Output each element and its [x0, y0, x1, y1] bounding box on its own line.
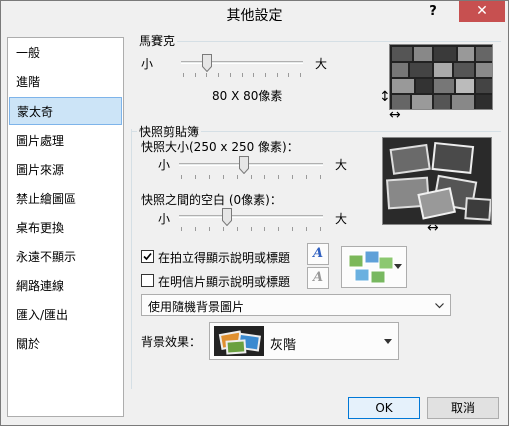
sidebar-item-general[interactable]: 一般: [8, 39, 123, 67]
mosaic-slider-ticks: [183, 73, 301, 77]
slider-tick: [265, 73, 266, 77]
mosaic-size-value: 80 X 80像素: [212, 89, 283, 103]
sidebar-nav: 一般 進階 蒙太奇 圖片處理 圖片來源 禁止繪圖區 桌布更換 永遠不顯示 網路連…: [7, 37, 124, 417]
slider-tick: [278, 175, 279, 179]
snapshot-gap-slider-thumb[interactable]: [222, 208, 232, 226]
snapshot-size-slider-thumb[interactable]: [239, 156, 249, 174]
check-postcard-caption[interactable]: [141, 274, 154, 287]
postcard-font-button[interactable]: A: [307, 267, 329, 289]
slider-tick: [264, 227, 265, 231]
slider-tick: [218, 73, 219, 77]
slider-tick: [237, 175, 238, 179]
slider-tick: [292, 227, 293, 231]
slider-tick: [320, 175, 321, 179]
snapshot-gap-large-label: 大: [335, 212, 348, 226]
mosaic-slider-thumb[interactable]: [202, 54, 212, 72]
slider-tick: [251, 227, 252, 231]
slider-tick: [181, 227, 182, 231]
slider-tick: [278, 227, 279, 231]
sidebar-item-image-processing[interactable]: 圖片處理: [8, 127, 123, 155]
snapshot-left-border: [131, 129, 132, 389]
ok-button[interactable]: OK: [348, 397, 420, 419]
layout-style-dropdown[interactable]: [341, 246, 407, 288]
slider-tick: [292, 175, 293, 179]
check-polaroid-caption-label[interactable]: 在拍立得顯示說明或標題: [158, 249, 290, 266]
slider-tick: [209, 227, 210, 231]
slider-tick: [300, 73, 301, 77]
mosaic-small-label: 小: [141, 57, 154, 71]
polaroid-font-button[interactable]: A: [307, 243, 329, 265]
vertical-size-arrow-icon: ↕: [379, 89, 391, 105]
title-bar: 其他設定 ? ✕: [1, 1, 508, 27]
mosaic-large-label: 大: [315, 57, 328, 71]
snapshot-gap-label: 快照之間的空白 (0像素)：: [141, 193, 282, 207]
sidebar-item-image-source[interactable]: 圖片來源: [8, 156, 123, 184]
background-effect-value: 灰階: [270, 338, 297, 353]
mosaic-group-label: 馬賽克: [137, 32, 178, 49]
cancel-button[interactable]: 取消: [427, 397, 499, 419]
slider-tick: [206, 73, 207, 77]
slider-tick: [183, 73, 184, 77]
slider-tick: [195, 73, 196, 77]
sidebar-item-network[interactable]: 網路連線: [8, 272, 123, 300]
snapshot-size-slider-ticks: [181, 175, 321, 179]
sidebar-item-wallpaper-change[interactable]: 桌布更換: [8, 214, 123, 242]
layout-dropdown-arrow-icon: [394, 264, 402, 269]
slider-tick: [242, 73, 243, 77]
snapshot-size-small-label: 小: [158, 158, 171, 172]
slider-tick: [306, 175, 307, 179]
check-polaroid-caption[interactable]: [141, 250, 154, 263]
slider-tick: [277, 73, 278, 77]
horizontal-size-arrow-icon: ↔: [389, 107, 401, 123]
chevron-down-icon: [435, 303, 444, 309]
close-button[interactable]: ✕: [459, 1, 505, 22]
slider-tick: [237, 227, 238, 231]
effect-dropdown-arrow-icon: [384, 339, 392, 344]
background-source-select[interactable]: 使用隨機背景圖片: [141, 294, 451, 316]
sidebar-item-import-export[interactable]: 匯入/匯出: [8, 301, 123, 329]
help-button[interactable]: ?: [419, 1, 447, 23]
slider-tick: [209, 175, 210, 179]
snapshot-size-slider-track[interactable]: [179, 163, 323, 166]
mosaic-preview-image: [389, 44, 493, 110]
slider-tick: [288, 73, 289, 77]
sidebar-item-advanced[interactable]: 進階: [8, 68, 123, 96]
snapshot-size-label: 快照大小(250 x 250 像素)：: [141, 140, 299, 154]
background-source-value: 使用隨機背景圖片: [148, 300, 245, 314]
effect-preview-icon: [214, 326, 264, 356]
slider-tick: [253, 73, 254, 77]
slider-tick: [264, 175, 265, 179]
sidebar-item-never-show[interactable]: 永遠不顯示: [8, 243, 123, 271]
slider-tick: [195, 175, 196, 179]
snapshot-gap-slider-ticks: [181, 227, 321, 231]
snapshot-gap-small-label: 小: [158, 212, 171, 226]
slider-tick: [195, 227, 196, 231]
slider-tick: [181, 175, 182, 179]
snapshot-gap-slider-track[interactable]: [179, 215, 323, 218]
slider-tick: [223, 175, 224, 179]
slider-tick: [223, 227, 224, 231]
slider-tick: [306, 227, 307, 231]
settings-dialog: 其他設定 ? ✕ 一般 進階 蒙太奇 圖片處理 圖片來源 禁止繪圖區 桌布更換 …: [0, 0, 509, 426]
sidebar-item-about[interactable]: 關於: [8, 330, 123, 358]
sidebar-item-montage[interactable]: 蒙太奇: [9, 97, 122, 125]
background-effect-select[interactable]: 灰階: [209, 322, 399, 360]
slider-tick: [230, 73, 231, 77]
slider-tick: [320, 227, 321, 231]
snapshot-horizontal-arrow-icon: ↔: [427, 220, 439, 236]
mosaic-slider-track[interactable]: [181, 61, 303, 64]
photo-layout-icon: [348, 250, 394, 284]
background-effect-label: 背景效果：: [141, 335, 202, 349]
snapshot-size-large-label: 大: [335, 158, 348, 172]
sidebar-item-no-draw-area[interactable]: 禁止繪圖區: [8, 185, 123, 213]
snapshot-preview-image: [382, 137, 492, 225]
slider-tick: [251, 175, 252, 179]
mosaic-divider: [141, 41, 501, 42]
check-postcard-caption-label[interactable]: 在明信片顯示說明或標題: [158, 273, 290, 290]
